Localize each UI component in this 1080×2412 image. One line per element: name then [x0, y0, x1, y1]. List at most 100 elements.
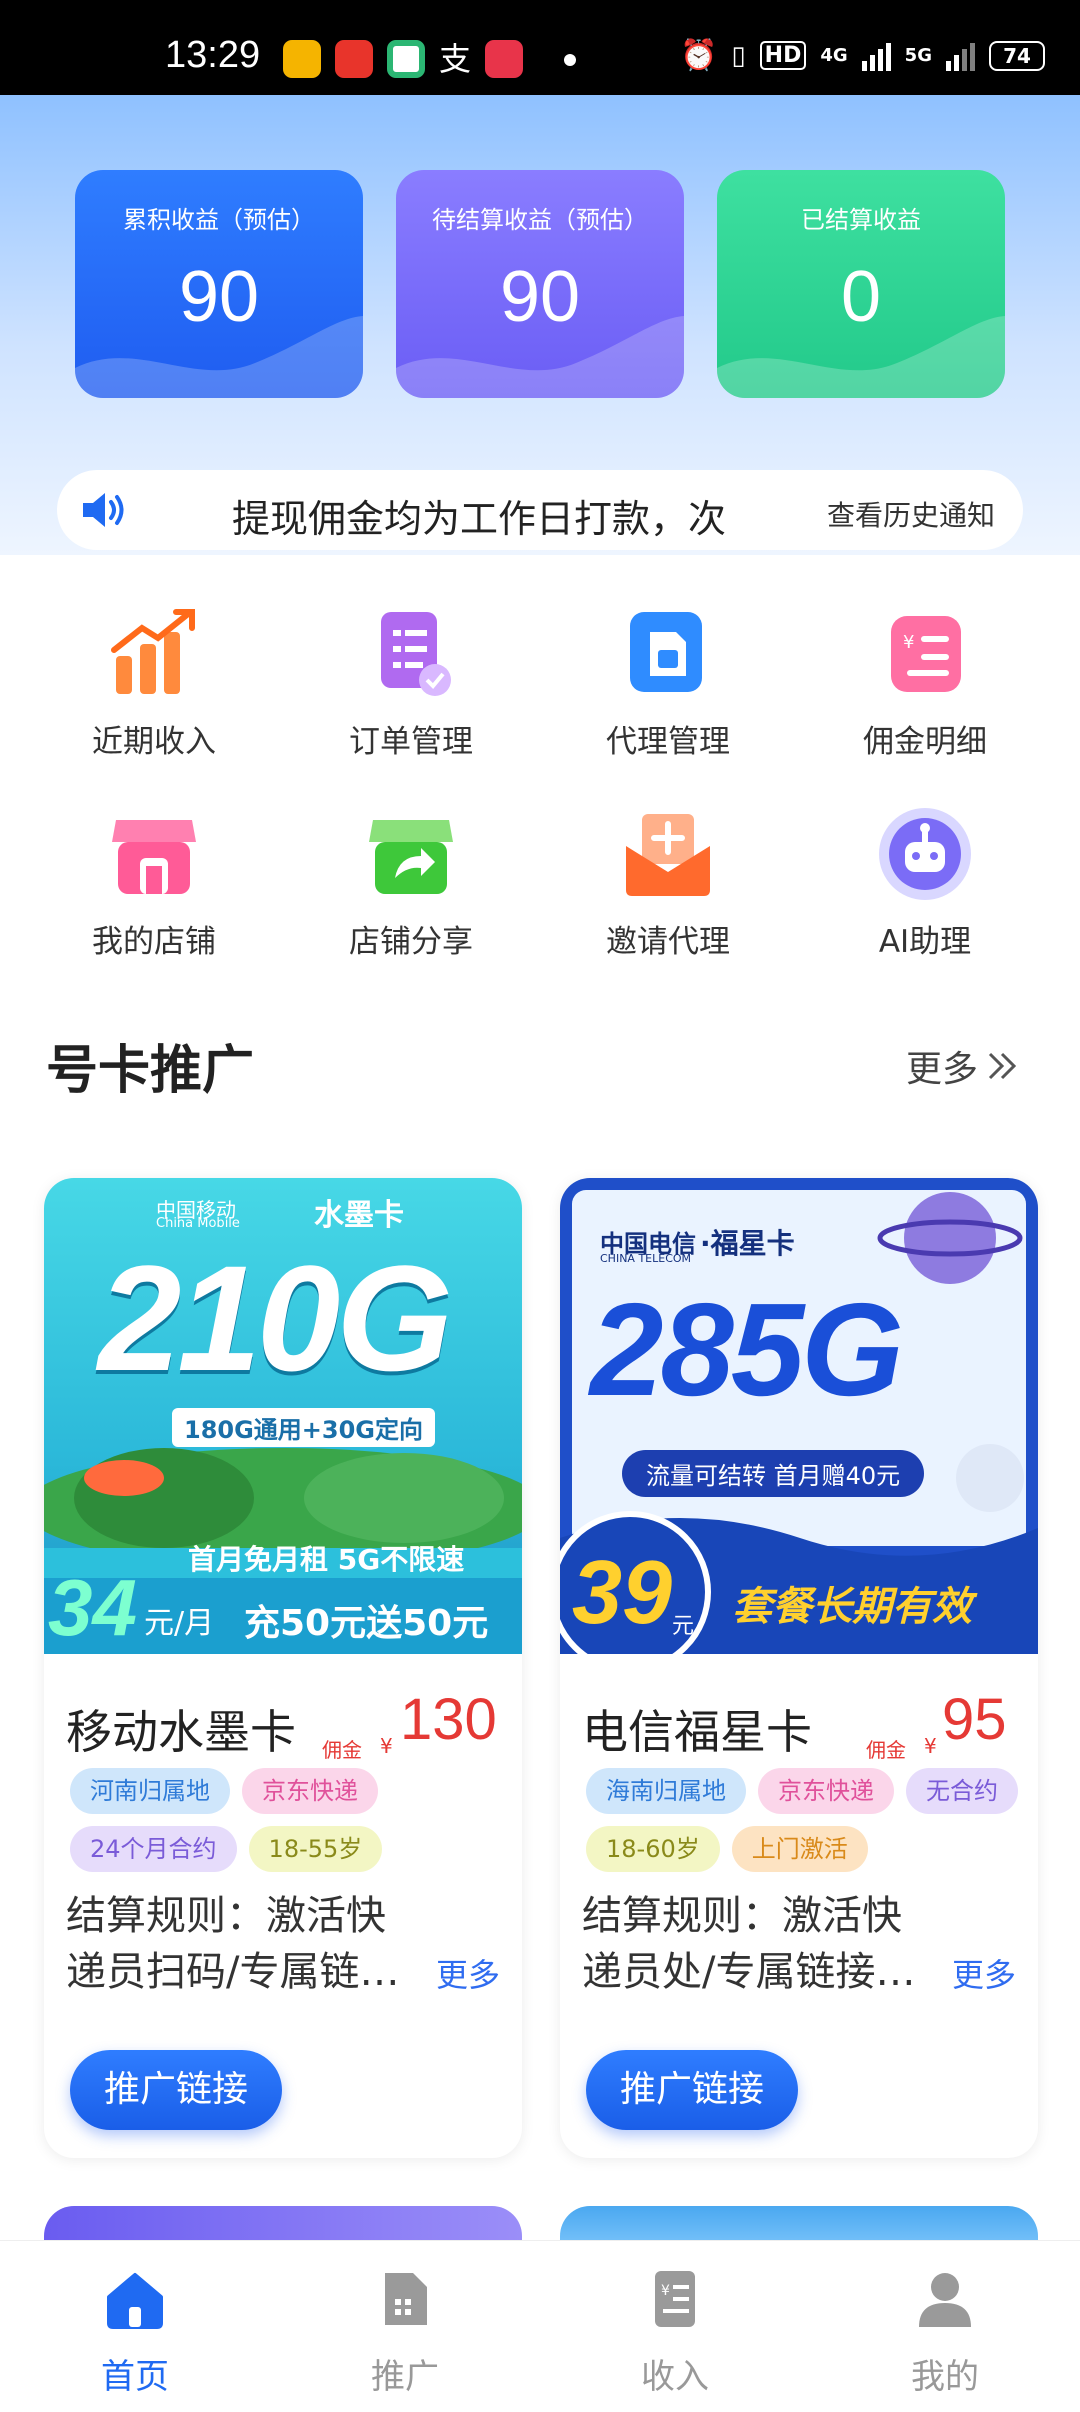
- tag-list: 河南归属地 京东快递 24个月合约 18-55岁: [70, 1768, 510, 1872]
- banner-promo: 充50元送50元: [244, 1603, 489, 1644]
- vibrate-icon: ▯: [731, 40, 746, 71]
- section-more-link[interactable]: 更多: [906, 1040, 1020, 1092]
- currency-symbol: ¥: [380, 1734, 393, 1758]
- settlement-rules: 结算规则：激活快 递员扫码/专属链接激活: [66, 1888, 416, 2000]
- product-banner-mobile[interactable]: 中国移动 China Mobile 水墨卡 210G 180G通用+30G定向 …: [44, 1178, 522, 1654]
- more-notifications-dot: [564, 54, 576, 66]
- order-list-icon: [363, 606, 459, 702]
- grid-label: 店铺分享: [349, 924, 473, 960]
- tag-list: 海南归属地 京东快递 无合约 18-60岁 上门激活: [586, 1768, 1026, 1872]
- tab-income[interactable]: ¥ 收入: [600, 2267, 750, 2398]
- system-status: ⏰ ▯ HD 4G 5G 74: [680, 38, 1045, 73]
- sim-card-icon: [620, 606, 716, 702]
- rules-more-link[interactable]: 更多: [436, 1950, 500, 1996]
- wave-decoration: [396, 316, 684, 398]
- banner-sub: 180G通用+30G定向: [172, 1408, 436, 1447]
- tag: 18-60岁: [586, 1826, 720, 1872]
- alarm-icon: ⏰: [680, 38, 718, 73]
- rules-more-link[interactable]: 更多: [952, 1950, 1016, 1996]
- signal-icon: [861, 41, 891, 71]
- banner-unit: 元: [672, 1614, 695, 1639]
- wave-decoration: [717, 316, 1005, 398]
- double-chevron-right-icon: [988, 1052, 1017, 1080]
- commission-amount: 95: [942, 1687, 1007, 1752]
- rules-line-2: 递员扫码/专属链接激活: [66, 1949, 416, 1995]
- section-title: 号卡推广: [46, 1041, 255, 1101]
- banner-unit: 元/月: [144, 1606, 215, 1641]
- network-4g: 4G: [820, 45, 848, 66]
- banner-brand-en: China Mobile: [156, 1216, 240, 1231]
- grid-label: 邀请代理: [606, 924, 730, 960]
- notice-text: 提现佣金均为工作日打款，次: [232, 497, 727, 541]
- svg-text:¥: ¥: [661, 2283, 670, 2299]
- stat-label: 累积收益（预估）: [123, 206, 315, 234]
- stat-card-total[interactable]: 累积收益（预估） 90: [75, 170, 363, 398]
- rules-line-1: 结算规则：激活快: [582, 1893, 902, 1939]
- commission-label: 佣金: [322, 1738, 362, 1762]
- stat-label: 已结算收益: [801, 206, 921, 234]
- grid-item-commission-details[interactable]: ¥ 佣金明细: [825, 606, 1025, 761]
- grid-item-share-store[interactable]: 店铺分享: [311, 806, 511, 961]
- robot-icon: [877, 806, 973, 902]
- promo-link-button[interactable]: 推广链接: [586, 2050, 798, 2130]
- banner-card-name: 水墨卡: [314, 1198, 404, 1233]
- stat-label: 待结算收益（预估）: [432, 206, 648, 234]
- tab-home[interactable]: 首页: [60, 2267, 210, 2398]
- grid-item-invite-agent[interactable]: 邀请代理: [568, 806, 768, 961]
- tag: 河南归属地: [70, 1768, 230, 1814]
- banner-data-amount: 210G: [98, 1234, 453, 1402]
- notification-icons: 支: [283, 40, 524, 78]
- app-notification-icon: [335, 40, 373, 78]
- app-notification-icon: [387, 40, 425, 78]
- status-time: 13:29: [165, 34, 261, 76]
- status-bar: 13:29 支 ⏰ ▯ HD 4G 5G 74: [0, 0, 1080, 95]
- grid-label: 订单管理: [349, 724, 473, 760]
- grid-item-agent-management[interactable]: 代理管理: [568, 606, 768, 761]
- chart-up-icon: [106, 606, 202, 702]
- tag: 无合约: [906, 1768, 1018, 1814]
- product-name: 电信福星卡: [582, 1705, 812, 1759]
- tag: 18-55岁: [248, 1826, 383, 1872]
- stat-card-pending[interactable]: 待结算收益（预估） 90: [396, 170, 684, 398]
- network-5g: 5G: [904, 45, 932, 66]
- product-card[interactable]: 中国移动 China Mobile 水墨卡 210G 180G通用+30G定向 …: [44, 1178, 522, 2158]
- grid-item-ai-assistant[interactable]: AI助理: [825, 806, 1025, 961]
- product-banner-telecom[interactable]: 中国电信 CHINA TELECOM ·福星卡 285G 流量可结转 首月赠40…: [560, 1178, 1038, 1654]
- banner-price: 34: [48, 1563, 137, 1652]
- stat-card-settled[interactable]: 已结算收益 0: [717, 170, 1005, 398]
- tag: 海南归属地: [586, 1768, 746, 1814]
- notice-bar[interactable]: 提现佣金均为工作日打款，次 查看历史通知: [57, 470, 1023, 550]
- rules-line-2: 递员处/专属链接激活: [582, 1949, 932, 1995]
- banner-sub: 流量可结转 首月赠40元: [622, 1450, 925, 1497]
- tab-promote[interactable]: 推广: [330, 2267, 480, 2398]
- banner-price: 39: [572, 1543, 673, 1643]
- grid-item-recent-income[interactable]: 近期收入: [54, 606, 254, 761]
- banner-brand-en: CHINA TELECOM: [600, 1252, 692, 1265]
- alipay-icon: 支: [439, 40, 472, 78]
- settlement-rules: 结算规则：激活快 递员处/专属链接激活: [582, 1888, 932, 2000]
- share-store-icon: [363, 806, 459, 902]
- tag: 京东快递: [758, 1768, 894, 1814]
- grid-label: 佣金明细: [863, 724, 987, 760]
- grid-label: 代理管理: [606, 724, 730, 760]
- grid-item-my-store[interactable]: 我的店铺: [54, 806, 254, 961]
- commission-label: 佣金: [866, 1738, 906, 1762]
- grid-item-order-management[interactable]: 订单管理: [311, 606, 511, 761]
- rules-line-1: 结算规则：激活快: [66, 1893, 386, 1939]
- promo-link-button[interactable]: 推广链接: [70, 2050, 282, 2130]
- product-name: 移动水墨卡: [66, 1705, 296, 1759]
- banner-data-amount: 285G: [590, 1276, 904, 1423]
- history-notice-link[interactable]: 查看历史通知: [810, 494, 995, 534]
- invite-envelope-icon: [620, 806, 716, 902]
- commission-amount: 130: [400, 1687, 497, 1752]
- more-label: 更多: [905, 1049, 978, 1090]
- battery-icon: 74: [988, 40, 1045, 71]
- tab-label: 首页: [101, 2357, 169, 2397]
- product-card[interactable]: 中国电信 CHINA TELECOM ·福星卡 285G 流量可结转 首月赠40…: [560, 1178, 1038, 2158]
- grid-label: 我的店铺: [92, 924, 216, 960]
- currency-symbol: ¥: [924, 1734, 937, 1758]
- home-icon: [107, 2273, 163, 2329]
- promo-sim-icon: [385, 2273, 427, 2325]
- hd-badge: HD: [759, 41, 807, 70]
- tab-mine[interactable]: 我的: [870, 2267, 1020, 2398]
